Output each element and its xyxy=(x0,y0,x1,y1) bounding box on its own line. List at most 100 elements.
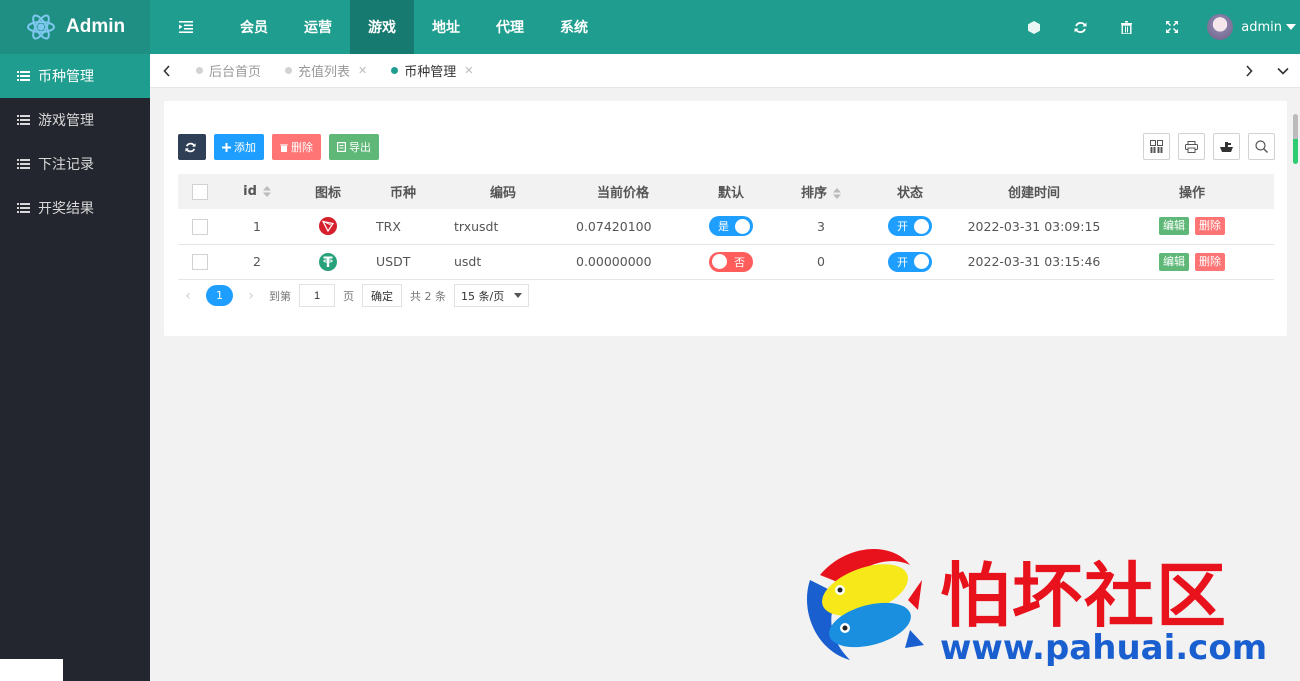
status-toggle[interactable]: 开 xyxy=(888,251,932,272)
toggle-knob xyxy=(712,254,727,269)
cell-actions: 编辑 删除 xyxy=(1110,209,1274,245)
cell-price: 0.00000000 xyxy=(564,244,682,280)
nav-item-operations[interactable]: 运营 xyxy=(286,0,350,54)
header-id[interactable]: id xyxy=(222,174,292,209)
chevron-down-icon xyxy=(1277,67,1289,75)
row-checkbox-cell xyxy=(178,209,222,245)
delete-row-button[interactable]: 删除 xyxy=(1195,252,1225,271)
status-toggle[interactable]: 开 xyxy=(888,216,932,237)
toggle-knob xyxy=(914,254,929,269)
tab-scroll-left-button[interactable] xyxy=(150,54,184,88)
header-sort[interactable]: 排序 xyxy=(780,174,862,209)
page-unit-label: 页 xyxy=(343,289,354,303)
cell-price: 0.07420100 xyxy=(564,209,682,245)
sidebar-item-coin-management[interactable]: 币种管理 xyxy=(0,54,150,98)
tab-bar: 后台首页 充值列表 ✕ 币种管理 ✕ xyxy=(150,54,1300,88)
cell-id: 2 xyxy=(222,244,292,280)
table-row: 1 TRX trxusdt 0.07420100 是 3 开 2022-03-3… xyxy=(178,209,1274,245)
sidebar-item-label: 币种管理 xyxy=(38,69,94,85)
edit-button[interactable]: 编辑 xyxy=(1159,217,1189,236)
row-checkbox[interactable] xyxy=(192,218,208,235)
sort-icon[interactable] xyxy=(262,186,271,197)
cell-code: trxusdt xyxy=(442,209,564,245)
refresh-icon xyxy=(185,142,196,152)
fullscreen-icon[interactable] xyxy=(1149,0,1195,54)
watermark-title: 怕坏社区 xyxy=(940,554,1228,637)
delete-button[interactable]: 删除 xyxy=(272,134,321,160)
menu-toggle-button[interactable] xyxy=(150,0,222,54)
page-size-select[interactable]: 15 条/页 xyxy=(454,284,530,307)
nav-item-games[interactable]: 游戏 xyxy=(350,0,414,54)
close-icon[interactable]: ✕ xyxy=(358,64,367,77)
ship-icon xyxy=(1220,141,1233,152)
print-icon xyxy=(1185,140,1198,153)
nav-item-addresses[interactable]: 地址 xyxy=(414,0,478,54)
tab-options-button[interactable] xyxy=(1266,54,1300,88)
nav-item-members[interactable]: 会员 xyxy=(222,0,286,54)
header-icon: 图标 xyxy=(292,174,364,209)
edit-button[interactable]: 编辑 xyxy=(1159,252,1189,271)
trash-icon xyxy=(280,143,288,152)
column-filter-button[interactable] xyxy=(1143,133,1170,160)
prev-page-button[interactable]: ‹ xyxy=(178,288,198,304)
export-file-button[interactable] xyxy=(1213,133,1240,160)
app-logo[interactable]: Admin xyxy=(0,0,150,54)
header-default: 默认 xyxy=(682,174,780,209)
nav-item-agents[interactable]: 代理 xyxy=(478,0,542,54)
close-icon[interactable]: ✕ xyxy=(464,64,473,77)
tab-scroll-right-button[interactable] xyxy=(1232,54,1266,88)
header-label: 排序 xyxy=(800,186,827,201)
tab-label: 币种管理 xyxy=(404,65,457,80)
export-button[interactable]: 导出 xyxy=(329,134,379,160)
avatar xyxy=(1207,14,1234,40)
export-button-label: 导出 xyxy=(349,141,371,154)
tab-coin-management[interactable]: 币种管理 ✕ xyxy=(379,54,485,88)
sidebar-item-draw-results[interactable]: 开奖结果 xyxy=(0,186,150,230)
scrollbar[interactable] xyxy=(1293,114,1298,164)
confirm-page-button[interactable]: 确定 xyxy=(362,284,402,307)
refresh-icon[interactable] xyxy=(1057,0,1103,54)
pagination: ‹ 1 › 到第 页 确定 共 2 条 15 条/页 xyxy=(178,284,537,307)
next-page-button[interactable]: › xyxy=(241,288,261,304)
select-all-checkbox[interactable] xyxy=(192,183,208,200)
sort-icon[interactable] xyxy=(833,188,841,199)
chevron-right-icon xyxy=(1246,64,1253,77)
toggle-label: 否 xyxy=(734,255,745,269)
row-checkbox[interactable] xyxy=(192,253,208,270)
header-created: 创建时间 xyxy=(958,174,1110,209)
trash-icon[interactable] xyxy=(1103,0,1149,54)
caret-down-icon xyxy=(1286,24,1296,30)
delete-row-button[interactable]: 删除 xyxy=(1195,217,1225,236)
search-button[interactable] xyxy=(1248,133,1275,160)
header-actions: 操作 xyxy=(1110,174,1274,209)
app-title: Admin xyxy=(66,16,126,37)
default-toggle[interactable]: 是 xyxy=(709,216,753,237)
delete-button-label: 删除 xyxy=(291,141,313,154)
table-row: 2 USDT usdt 0.00000000 否 0 开 2022-03-31 … xyxy=(178,244,1274,280)
cell-icon xyxy=(292,209,364,245)
nav-item-system[interactable]: 系统 xyxy=(542,0,606,54)
cube-icon[interactable] xyxy=(1011,0,1057,54)
user-menu[interactable]: admin xyxy=(1195,0,1300,54)
default-toggle[interactable]: 否 xyxy=(709,251,753,272)
current-page[interactable]: 1 xyxy=(206,285,233,306)
page-size-value: 15 条/页 xyxy=(461,289,505,303)
table-toolbar: 添加 删除 导出 xyxy=(178,134,387,160)
toggle-knob xyxy=(735,218,750,234)
sidebar-item-bet-records[interactable]: 下注记录 xyxy=(0,142,150,186)
tab-home[interactable]: 后台首页 xyxy=(184,54,273,88)
sidebar-item-game-management[interactable]: 游戏管理 xyxy=(0,98,150,142)
header-price: 当前价格 xyxy=(564,174,682,209)
cell-created: 2022-03-31 03:15:46 xyxy=(958,244,1110,280)
print-button[interactable] xyxy=(1178,133,1205,160)
tab-recharge-list[interactable]: 充值列表 ✕ xyxy=(273,54,379,88)
sidebar-footer-block xyxy=(0,659,63,681)
refresh-button[interactable] xyxy=(178,134,206,160)
page-input[interactable] xyxy=(299,284,335,307)
cell-code: usdt xyxy=(442,244,564,280)
columns-icon xyxy=(1150,140,1163,153)
add-button[interactable]: 添加 xyxy=(214,134,264,160)
tab-label: 后台首页 xyxy=(209,65,262,80)
cell-sort: 0 xyxy=(780,244,862,280)
list-icon xyxy=(17,115,30,125)
